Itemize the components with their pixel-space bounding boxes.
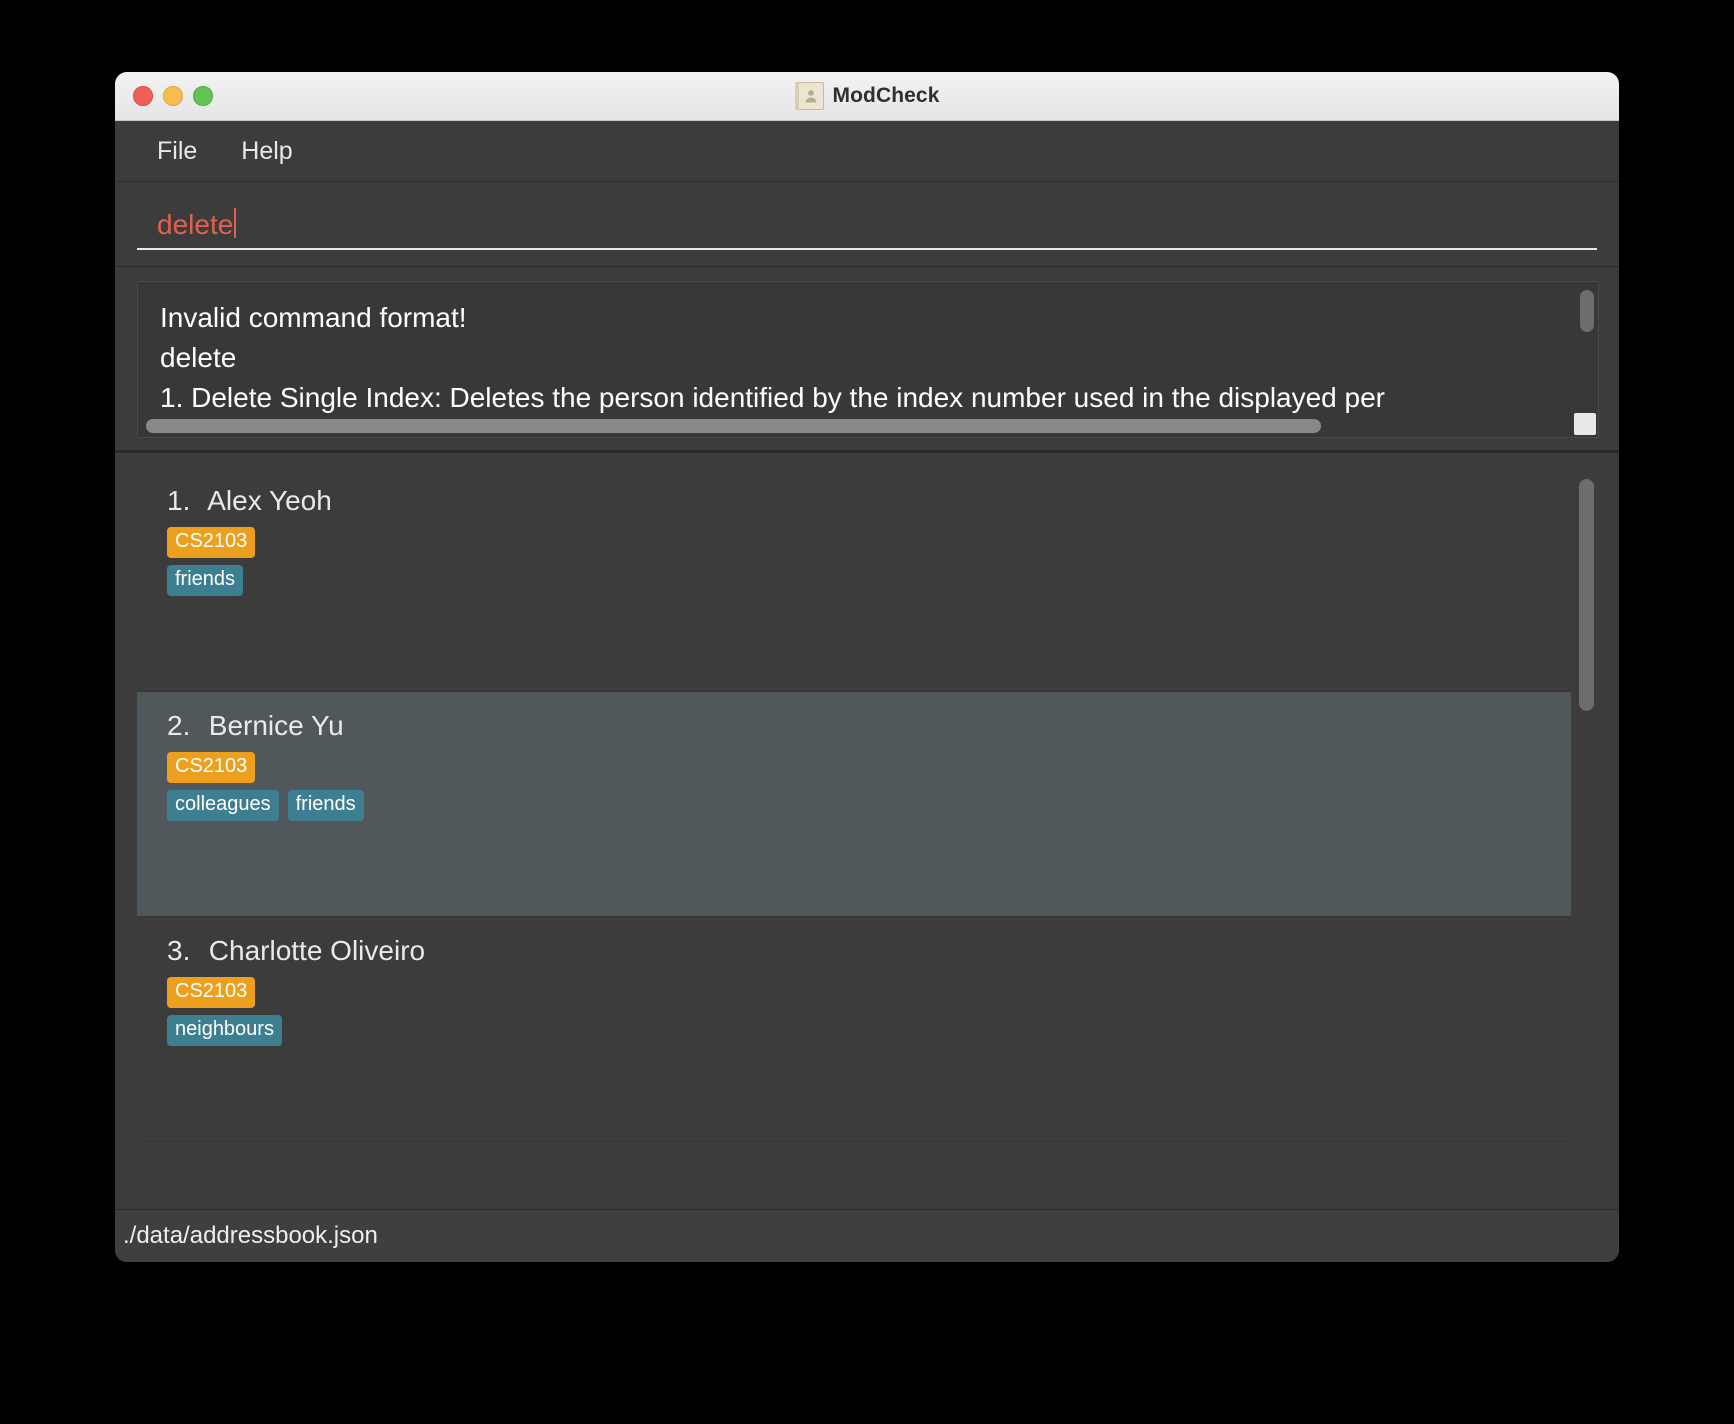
- person-index: 2.: [167, 710, 191, 741]
- result-display-region: Invalid command format! delete 1. Delete…: [115, 267, 1619, 453]
- label-tag[interactable]: friends: [287, 790, 364, 821]
- person-list-scrollbar-thumb[interactable]: [1579, 479, 1594, 711]
- minimize-window-button[interactable]: [163, 86, 183, 106]
- label-tag[interactable]: friends: [167, 565, 244, 596]
- person-index: 1.: [167, 485, 191, 516]
- person-name: Bernice Yu: [208, 710, 344, 741]
- command-input[interactable]: delete: [137, 198, 1597, 251]
- label-tag-row: colleagues friends: [167, 790, 1571, 821]
- window-title: ModCheck: [832, 84, 940, 107]
- person-card[interactable]: 2. Bernice Yu CS2103 colleagues friends: [137, 692, 1571, 917]
- menu-bar: File Help: [115, 121, 1619, 182]
- status-bar: ./data/addressbook.json: [115, 1209, 1619, 1262]
- module-tag-row: CS2103: [167, 977, 1571, 1008]
- person-list-scrollbar[interactable]: [1573, 467, 1599, 1207]
- menu-item-help[interactable]: Help: [225, 133, 308, 170]
- app-window: ModCheck File Help delete Invalid comman…: [115, 72, 1619, 1262]
- window-controls: [133, 86, 213, 106]
- command-input-value: delete: [157, 208, 234, 240]
- module-tag-row: CS2103: [167, 527, 1571, 558]
- scrollbar-corner: [1574, 413, 1596, 435]
- module-tag[interactable]: CS2103: [167, 527, 256, 558]
- person-name: Alex Yeoh: [207, 485, 332, 516]
- window-title-bar: ModCheck: [115, 72, 1619, 121]
- person-index: 3.: [167, 935, 191, 966]
- label-tag-row: neighbours: [167, 1015, 1571, 1046]
- address-book-icon: [794, 82, 824, 110]
- label-tag-row: friends: [167, 565, 1571, 596]
- command-box-region: delete: [115, 182, 1619, 267]
- person-card[interactable]: 1. Alex Yeoh CS2103 friends: [137, 467, 1571, 692]
- person-list-region: 1. Alex Yeoh CS2103 friends 2. Bernice Y…: [115, 453, 1619, 1209]
- person-name: Charlotte Oliveiro: [208, 935, 426, 966]
- maximize-window-button[interactable]: [193, 86, 213, 106]
- menu-item-file[interactable]: File: [141, 133, 213, 170]
- save-location-status: ./data/addressbook.json: [123, 1222, 378, 1249]
- result-horizontal-scrollbar[interactable]: [138, 415, 1598, 437]
- result-line: delete: [160, 341, 237, 373]
- window-title-group: ModCheck: [115, 82, 1619, 110]
- result-line: 1. Delete Single Index: Deletes the pers…: [160, 381, 1385, 413]
- result-line: Invalid command format!: [160, 302, 467, 333]
- close-window-button[interactable]: [133, 86, 153, 106]
- person-name-row: 2. Bernice Yu: [167, 710, 1571, 742]
- screen: ModCheck File Help delete Invalid comman…: [0, 0, 1734, 1424]
- result-display[interactable]: Invalid command format! delete 1. Delete…: [137, 281, 1599, 438]
- result-vertical-scrollbar-thumb[interactable]: [1580, 290, 1594, 332]
- module-tag[interactable]: CS2103: [167, 977, 256, 1008]
- result-horizontal-scrollbar-thumb[interactable]: [146, 419, 1321, 433]
- result-text: Invalid command format! delete 1. Delete…: [138, 282, 1598, 417]
- label-tag[interactable]: colleagues: [167, 790, 279, 821]
- module-tag-row: CS2103: [167, 752, 1571, 783]
- person-name-row: 3. Charlotte Oliveiro: [167, 935, 1571, 967]
- person-list[interactable]: 1. Alex Yeoh CS2103 friends 2. Bernice Y…: [137, 467, 1571, 1207]
- text-caret: [234, 207, 237, 238]
- label-tag[interactable]: neighbours: [167, 1015, 282, 1046]
- person-list-panel: 1. Alex Yeoh CS2103 friends 2. Bernice Y…: [137, 467, 1599, 1207]
- module-tag[interactable]: CS2103: [167, 752, 256, 783]
- person-card[interactable]: 3. Charlotte Oliveiro CS2103 neighbours: [137, 917, 1571, 1142]
- person-name-row: 1. Alex Yeoh: [167, 485, 1571, 517]
